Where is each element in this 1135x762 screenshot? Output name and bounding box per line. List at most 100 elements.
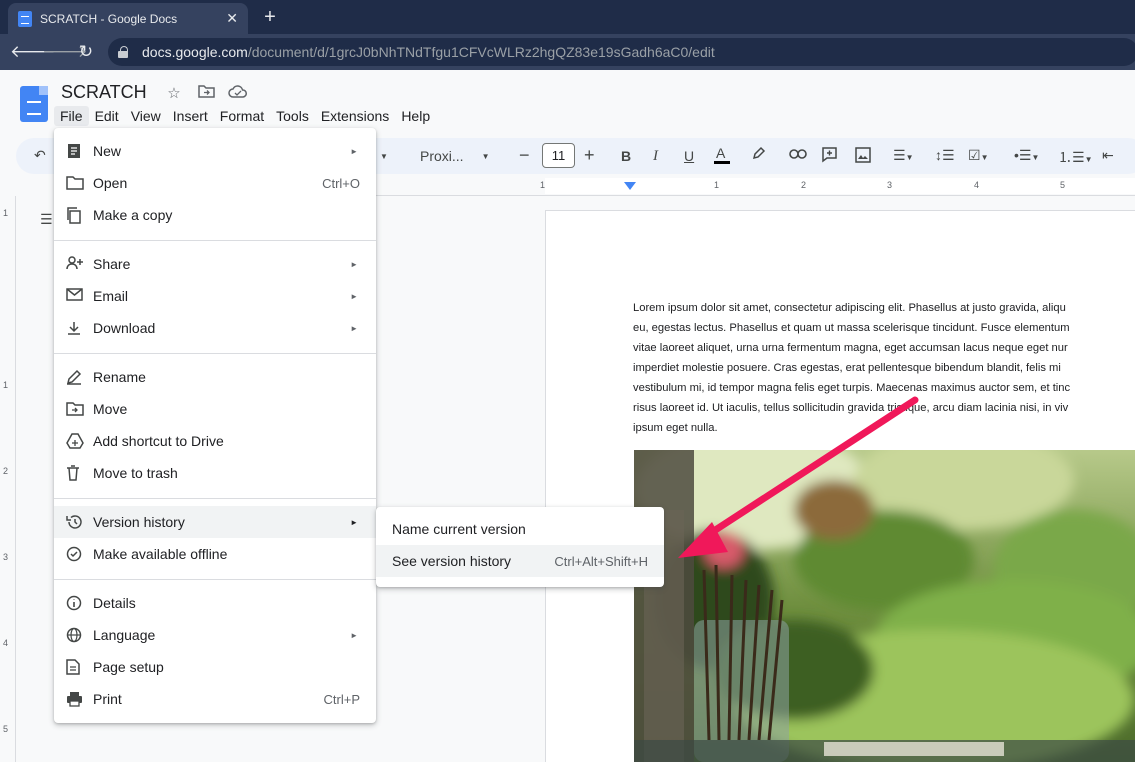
- horizontal-ruler[interactable]: 1 1 2 3 4 5: [376, 176, 1135, 196]
- new-tab-button[interactable]: +: [258, 6, 282, 28]
- body-line: vitae laoreet aliquet, urna urna ferment…: [633, 342, 1068, 354]
- menu-item-make-offline[interactable]: Make available offline: [54, 538, 376, 570]
- menu-item-label: Make available offline: [93, 546, 228, 562]
- submenu-arrow-icon: ►: [350, 323, 358, 333]
- move-folder-icon[interactable]: [196, 84, 216, 102]
- numbered-list-icon[interactable]: ⒈☰▼: [1058, 147, 1092, 167]
- document-body[interactable]: Lorem ipsum dolor sit amet, consectetur …: [633, 298, 1135, 438]
- file-menu: New ► Open Ctrl+O Make a copy Share ► Em…: [54, 128, 376, 723]
- cloud-status-icon[interactable]: [228, 84, 248, 102]
- menu-item-shortcut: Ctrl+P: [323, 691, 360, 707]
- menu-bar: File Edit View Insert Format Tools Exten…: [54, 106, 436, 126]
- menu-help[interactable]: Help: [395, 106, 436, 126]
- menu-item-download[interactable]: Download ►: [54, 312, 376, 344]
- ruler-number: 1: [540, 180, 546, 190]
- menu-item-label: Make a copy: [93, 207, 173, 223]
- submenu-see-version-history[interactable]: See version history Ctrl+Alt+Shift+H: [376, 545, 664, 577]
- menu-tools[interactable]: Tools: [270, 106, 315, 126]
- garden-photo[interactable]: [634, 450, 1135, 762]
- vruler-number: 5: [3, 724, 9, 734]
- docs-logo-icon[interactable]: [20, 86, 48, 122]
- menu-item-make-copy[interactable]: Make a copy: [54, 199, 376, 231]
- increase-font-size-icon[interactable]: +: [584, 145, 595, 166]
- offline-check-icon: [66, 546, 84, 562]
- menu-file[interactable]: File: [54, 106, 89, 126]
- decrease-indent-icon[interactable]: ⇤: [1102, 147, 1114, 164]
- version-history-submenu: Name current version See version history…: [376, 507, 664, 587]
- star-icon[interactable]: ☆: [164, 84, 184, 102]
- tab-close-icon[interactable]: ✕: [226, 10, 238, 27]
- font-family-select[interactable]: Proxi... ▼: [420, 148, 490, 164]
- submenu-arrow-icon: ►: [350, 517, 358, 527]
- menu-separator: [54, 498, 376, 499]
- menu-extensions[interactable]: Extensions: [315, 106, 395, 126]
- trash-icon: [66, 465, 84, 481]
- line-spacing-icon[interactable]: ↕☰: [935, 147, 955, 164]
- browser-tab-bar: SCRATCH - Google Docs ✕ +: [0, 0, 1135, 34]
- reload-icon[interactable]: ↻: [75, 41, 97, 63]
- highlight-icon[interactable]: [750, 146, 766, 165]
- printer-icon: [66, 691, 84, 707]
- document-title[interactable]: SCRATCH: [61, 82, 147, 103]
- menu-edit[interactable]: Edit: [89, 106, 125, 126]
- back-arrow-icon[interactable]: 🡐: [10, 41, 56, 63]
- menu-item-rename[interactable]: Rename: [54, 361, 376, 393]
- bold-icon[interactable]: B: [621, 148, 631, 164]
- vruler-number: 2: [3, 466, 9, 476]
- menu-item-print[interactable]: Print Ctrl+P: [54, 683, 376, 715]
- menu-item-email[interactable]: Email ►: [54, 280, 376, 312]
- menu-item-label: Page setup: [93, 659, 164, 675]
- menu-item-open[interactable]: Open Ctrl+O: [54, 167, 376, 199]
- body-line: vestibulum mi, id tempor magna felis ege…: [633, 382, 1071, 394]
- text-color-icon[interactable]: A: [714, 145, 730, 164]
- url-bar[interactable]: docs.google.com/document/d/1grcJ0bNhTNdT…: [108, 38, 1135, 66]
- menu-item-move[interactable]: Move: [54, 393, 376, 425]
- submenu-name-current-version[interactable]: Name current version: [376, 513, 664, 545]
- menu-item-new[interactable]: New ►: [54, 135, 376, 167]
- italic-icon[interactable]: I: [653, 148, 658, 165]
- docs-favicon-icon: [18, 10, 32, 27]
- menu-item-language[interactable]: Language ►: [54, 619, 376, 651]
- forward-arrow-icon[interactable]: 🡒: [42, 41, 88, 63]
- menu-item-details[interactable]: Details: [54, 587, 376, 619]
- checklist-icon[interactable]: ☑▼: [968, 147, 988, 164]
- menu-item-label: Details: [93, 595, 136, 611]
- menu-item-move-to-trash[interactable]: Move to trash: [54, 457, 376, 489]
- submenu-arrow-icon: ►: [350, 259, 358, 269]
- menu-format[interactable]: Format: [214, 106, 270, 126]
- insert-link-icon[interactable]: [789, 147, 807, 163]
- insert-comment-icon[interactable]: [821, 146, 838, 166]
- menu-item-share[interactable]: Share ►: [54, 248, 376, 280]
- font-size-input[interactable]: 11: [542, 143, 575, 168]
- bulleted-list-icon[interactable]: •☰▼: [1014, 147, 1039, 164]
- menu-item-label: Add shortcut to Drive: [93, 433, 224, 449]
- style-dropdown-icon[interactable]: ▼: [380, 152, 388, 161]
- address-bar: 🡐 🡒 ↻ docs.google.com/document/d/1grcJ0b…: [0, 34, 1135, 70]
- decrease-font-size-icon[interactable]: −: [519, 145, 530, 166]
- body-line: risus laoreet id. Ut iaculis, tellus sol…: [633, 402, 1069, 414]
- menu-item-page-setup[interactable]: Page setup: [54, 651, 376, 683]
- info-icon: [66, 595, 84, 611]
- menu-item-version-history[interactable]: Version history ►: [54, 506, 376, 538]
- insert-image-icon[interactable]: [855, 147, 871, 166]
- align-dropdown-icon[interactable]: ☰▼: [893, 147, 913, 164]
- font-dropdown-icon: ▼: [481, 152, 490, 161]
- menu-item-add-shortcut[interactable]: Add shortcut to Drive: [54, 425, 376, 457]
- underline-icon[interactable]: U: [684, 148, 694, 164]
- vruler-number: 1: [3, 380, 9, 390]
- vruler-number: 1: [3, 208, 9, 218]
- menu-view[interactable]: View: [125, 106, 167, 126]
- browser-tab[interactable]: SCRATCH - Google Docs ✕: [8, 3, 248, 34]
- menu-item-label: Share: [93, 256, 131, 272]
- submenu-arrow-icon: ►: [350, 291, 358, 301]
- menu-item-label: Open: [93, 175, 128, 191]
- email-icon: [66, 288, 84, 304]
- folder-open-icon: [66, 175, 84, 191]
- vertical-ruler[interactable]: 1 1 2 3 4 5: [0, 196, 16, 762]
- download-icon: [66, 320, 84, 336]
- undo-icon[interactable]: ↶: [34, 147, 46, 164]
- ruler-number: 2: [801, 180, 807, 190]
- submenu-item-label: See version history: [392, 553, 512, 569]
- vruler-number: 4: [3, 638, 9, 648]
- menu-insert[interactable]: Insert: [167, 106, 214, 126]
